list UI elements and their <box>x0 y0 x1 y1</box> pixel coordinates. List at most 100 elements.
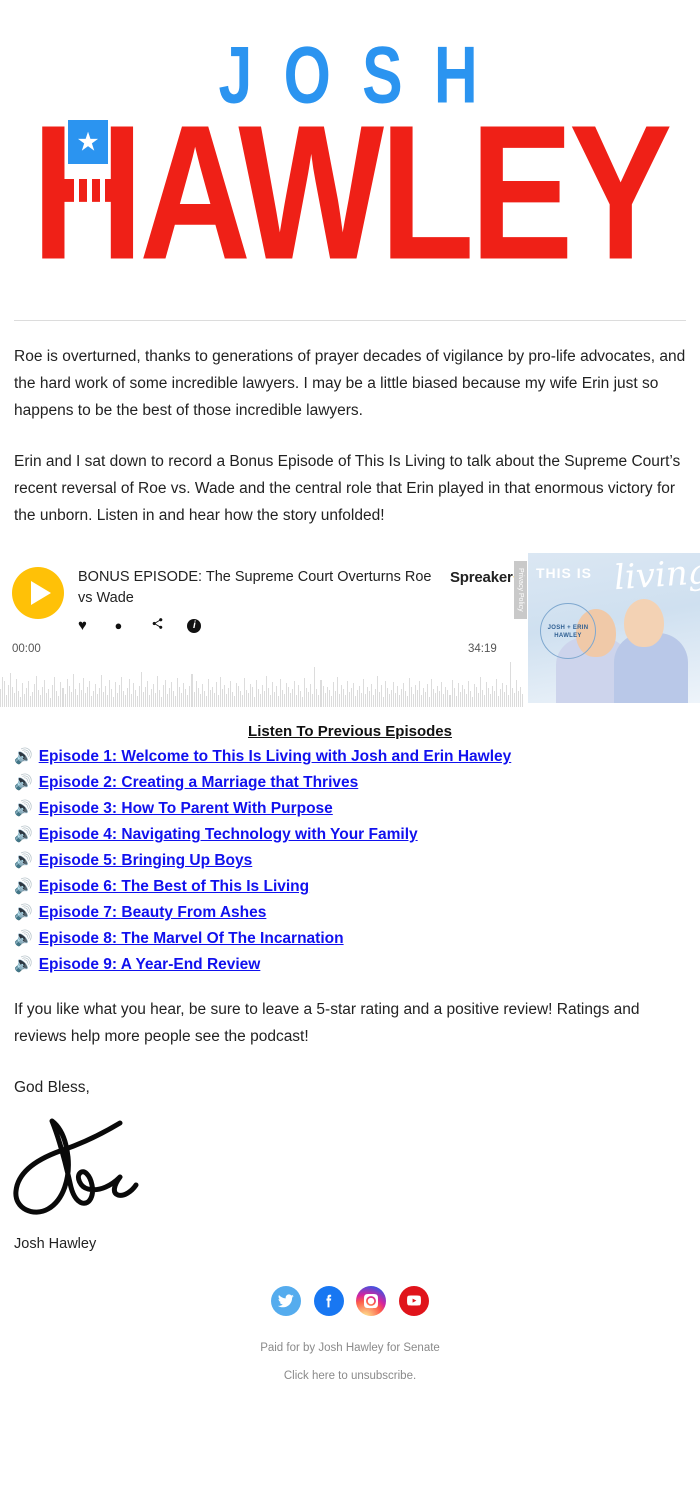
waveform-bar <box>92 691 94 707</box>
flag-stripe-icon <box>100 166 105 222</box>
waveform-bar <box>153 684 155 707</box>
episode-link-3[interactable]: Episode 3: How To Parent With Purpose <box>39 798 333 820</box>
waveform-bar <box>322 686 324 707</box>
waveform-bar <box>215 682 217 707</box>
play-button[interactable] <box>12 567 64 619</box>
episode-link-6[interactable]: Episode 6: The Best of This Is Living <box>39 876 309 898</box>
privacy-policy-tab[interactable]: Privacy Policy <box>514 561 527 619</box>
player-waveform[interactable] <box>0 661 524 707</box>
waveform-bar <box>503 692 505 707</box>
list-item[interactable]: 🔊 Episode 8: The Marvel Of The Incarnatio… <box>14 928 686 950</box>
waveform-bar <box>44 680 46 707</box>
waveform-bar <box>318 695 320 707</box>
info-icon[interactable]: i <box>187 618 202 633</box>
waveform-bar <box>225 694 227 707</box>
episode-link-2[interactable]: Episode 2: Creating a Marriage that Thri… <box>39 772 359 794</box>
waveform-bar <box>183 683 185 707</box>
waveform-bar <box>447 690 449 707</box>
waveform-bar <box>16 679 18 707</box>
waveform-bar <box>513 693 515 707</box>
waveform-bar <box>199 694 201 707</box>
waveform-bar <box>245 690 247 707</box>
youtube-icon[interactable] <box>398 1286 429 1316</box>
waveform-bar <box>356 690 358 707</box>
waveform-bar <box>395 693 397 707</box>
waveform-bar <box>255 680 257 707</box>
waveform-bar <box>179 687 181 707</box>
waveform-bar <box>112 697 114 707</box>
waveform-bar <box>298 685 300 707</box>
episode-link-7[interactable]: Episode 7: Beauty From Ashes <box>39 902 267 924</box>
waveform-bar <box>316 689 318 707</box>
waveform-bar <box>133 683 135 707</box>
waveform-bar <box>58 696 60 707</box>
waveform-bar <box>387 688 389 707</box>
waveform-bar <box>326 687 328 707</box>
footer-unsubscribe-link[interactable]: Click here to unsubscribe. <box>0 1370 700 1382</box>
waveform-bar <box>342 689 344 707</box>
waveform-bar <box>522 694 524 707</box>
waveform-bar <box>469 691 471 707</box>
list-item[interactable]: 🔊 Episode 3: How To Parent With Purpose <box>14 798 686 820</box>
list-item[interactable]: 🔊 Episode 5: Bringing Up Boys <box>14 850 686 872</box>
episode-link-8[interactable]: Episode 8: The Marvel Of The Incarnation <box>39 928 344 950</box>
waveform-bar <box>30 696 32 707</box>
list-item[interactable]: 🔊 Episode 7: Beauty From Ashes <box>14 902 686 924</box>
waveform-bar <box>368 691 370 707</box>
waveform-bar <box>384 681 386 707</box>
episode-link-4[interactable]: Episode 4: Navigating Technology with Yo… <box>39 824 418 846</box>
podcast-player[interactable]: BONUS EPISODE: The Supreme Court Overtur… <box>0 553 700 713</box>
list-item[interactable]: 🔊 Episode 1: Welcome to This Is Living wi… <box>14 746 686 768</box>
waveform-bar <box>282 690 284 707</box>
list-item[interactable]: 🔊 Episode 9: A Year-End Review <box>14 954 686 976</box>
waveform-bar <box>372 695 374 707</box>
waveform-bar <box>314 667 316 707</box>
twitter-icon[interactable] <box>271 1286 302 1316</box>
cover-badge-line1: JOSH + ERIN <box>547 625 589 631</box>
list-item[interactable]: 🔊 Episode 4: Navigating Technology with Y… <box>14 824 686 846</box>
waveform-bar <box>346 681 348 707</box>
waveform-bar <box>308 692 310 707</box>
salutation-text: God Bless, <box>14 1079 90 1096</box>
waveform-bar <box>491 686 493 707</box>
waveform-bar <box>260 694 262 707</box>
waveform-bar <box>14 693 16 707</box>
waveform-bar <box>304 678 306 707</box>
spreaker-wordmark: Spreaker <box>450 569 513 586</box>
share-icon[interactable] <box>151 617 183 634</box>
waveform-bar <box>473 684 475 707</box>
waveform-bar <box>294 681 296 707</box>
waveform-bar <box>340 685 342 707</box>
waveform-bar <box>286 683 288 707</box>
closing-section: If you like what you hear, be sure to le… <box>0 980 700 1101</box>
waveform-bar <box>483 695 485 707</box>
waveform-bar <box>378 692 380 707</box>
waveform-bar <box>403 683 405 707</box>
waveform-bar <box>320 680 322 707</box>
list-item[interactable]: 🔊 Episode 6: The Best of This Is Living <box>14 876 686 898</box>
flag-stripe-icon <box>87 166 92 229</box>
waveform-bar <box>169 688 171 707</box>
waveform-bar <box>270 695 272 707</box>
instagram-icon[interactable] <box>356 1286 387 1316</box>
episode-link-5[interactable]: Episode 5: Bringing Up Boys <box>39 850 253 872</box>
facebook-icon[interactable] <box>313 1286 344 1316</box>
waveform-bar <box>382 697 384 707</box>
speaker-icon: 🔊 <box>14 800 33 817</box>
comment-icon[interactable]: ● <box>114 618 146 633</box>
waveform-bar <box>354 696 356 707</box>
waveform-bar <box>336 677 338 707</box>
waveform-bar <box>268 688 270 707</box>
waveform-bar <box>465 694 467 707</box>
waveform-bar <box>413 694 415 707</box>
waveform-bar <box>417 690 419 707</box>
speaker-icon: 🔊 <box>14 956 33 973</box>
waveform-bar <box>155 693 157 707</box>
like-icon[interactable]: ♥ <box>78 617 110 634</box>
waveform-bar <box>108 680 110 707</box>
episode-link-9[interactable]: Episode 9: A Year-End Review <box>39 954 261 976</box>
episode-link-1[interactable]: Episode 1: Welcome to This Is Living wit… <box>39 746 512 768</box>
waveform-bar <box>135 690 137 707</box>
list-item[interactable]: 🔊 Episode 2: Creating a Marriage that Thr… <box>14 772 686 794</box>
waveform-bar <box>80 690 82 707</box>
